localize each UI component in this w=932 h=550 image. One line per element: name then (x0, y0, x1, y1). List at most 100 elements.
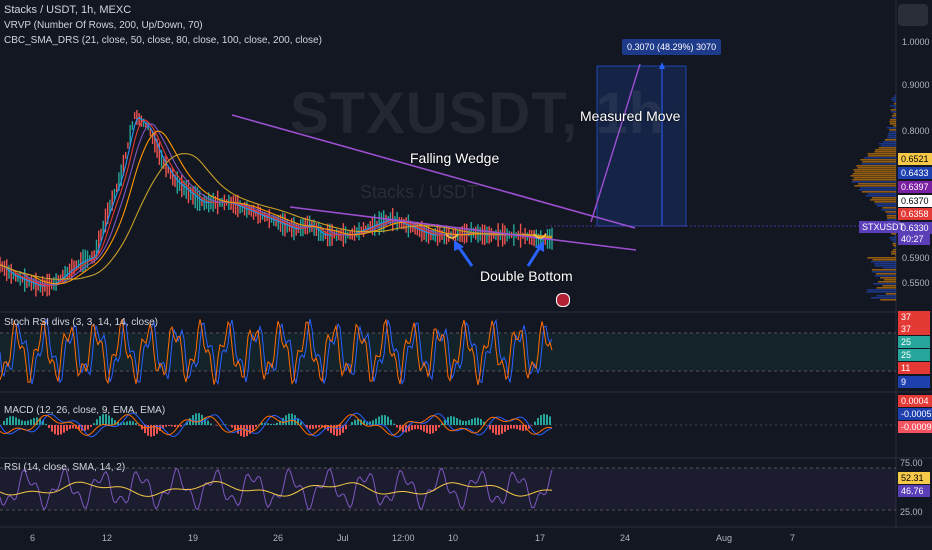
macd-histogram-bar (240, 425, 242, 436)
macd-histogram-bar (450, 416, 452, 425)
volume-profile-bar (865, 195, 896, 197)
rsi-legend[interactable]: RSI (14, close, SMA, 14, 2) (4, 462, 125, 473)
volume-profile-bar (889, 123, 896, 125)
price-tick: 0.8000 (902, 126, 930, 136)
rsi-tag: 52.31 (898, 472, 930, 484)
watermark-sub: Stacks / USDT (360, 182, 479, 202)
macd-histogram-bar (243, 425, 245, 437)
volume-profile-bar (872, 271, 896, 273)
macd-histogram-bar (165, 425, 167, 427)
macd-histogram-bar (270, 423, 272, 425)
macd-histogram-bar (87, 425, 89, 430)
sma-legend[interactable]: CBC_SMA_DRS (21, close, 50, close, 80, c… (4, 35, 322, 46)
time-tick: 17 (535, 533, 546, 543)
macd-histogram-bar (249, 425, 251, 434)
macd-histogram-bar (207, 420, 209, 425)
macd-histogram-bar (285, 415, 287, 425)
macd-histogram-bar (462, 420, 464, 425)
macd-histogram-bar (492, 425, 494, 433)
macd-histogram-bar (522, 425, 524, 431)
macd-histogram-bar (468, 420, 470, 425)
volume-profile-bar (883, 267, 896, 269)
volume-profile-bar (880, 299, 896, 301)
time-tick: 10 (448, 533, 459, 543)
macd-histogram-bar (51, 425, 53, 432)
macd-legend[interactable]: MACD (12, 26, close, 9, EMA, EMA) (4, 405, 165, 416)
volume-profile-bar (885, 293, 896, 295)
volume-profile-bar (893, 245, 896, 247)
macd-tag: -0.0005 (898, 408, 932, 420)
price-tick: 0.5500 (902, 278, 930, 288)
macd-histogram-bar (291, 413, 293, 425)
macd-histogram-bar (48, 425, 50, 428)
volume-profile-bar (878, 147, 896, 149)
volume-profile-bar (859, 189, 896, 191)
macd-histogram-bar (96, 419, 98, 425)
volume-profile-bar (893, 107, 896, 109)
macd-histogram-bar (390, 419, 392, 425)
macd-histogram-bar (135, 422, 137, 425)
volume-profile (850, 95, 896, 301)
macd-histogram-bar (513, 425, 515, 429)
macd-histogram-bar (354, 419, 356, 425)
price-tick: 0.5900 (902, 253, 930, 263)
double-bottom-label[interactable]: Double Bottom (480, 268, 573, 284)
us-flag-icon[interactable] (556, 293, 570, 307)
price-tick: 0.9000 (902, 80, 930, 90)
macd-histogram-bar (375, 418, 377, 425)
symbol-legend[interactable]: Stacks / USDT, 1h, MEXC (4, 4, 131, 16)
vrvp-legend[interactable]: VRVP (Number Of Rows, 200, Up/Down, 70) (4, 20, 203, 31)
volume-profile-bar (852, 179, 896, 181)
volume-profile-bar (894, 247, 896, 249)
volume-profile-bar (891, 233, 896, 235)
macd-histogram-bar (60, 425, 62, 435)
macd-histogram-bar (276, 422, 278, 425)
volume-profile-bar (860, 159, 896, 161)
measured-move-label[interactable]: Measured Move (580, 108, 680, 124)
rsi-tick: 75.00 (900, 458, 923, 468)
macd-histogram-bar (282, 417, 284, 425)
volume-profile-bar (880, 145, 896, 147)
double-bottom-arrow-1 (456, 245, 474, 267)
volume-profile-bar (874, 151, 896, 153)
macd-histogram-bar (414, 425, 416, 430)
volume-profile-bar (891, 97, 896, 99)
price-tag: 0.6370 (898, 195, 932, 207)
stoch-legend[interactable]: Stoch RSI divs (3, 3, 14, 14, close) (4, 317, 158, 328)
volume-profile-bar (856, 165, 896, 167)
volume-profile-bar (891, 251, 896, 253)
macd-histogram-bar (393, 423, 395, 425)
macd-histogram-bar (519, 425, 521, 431)
falling-wedge-label[interactable]: Falling Wedge (410, 150, 499, 166)
macd-histogram-bar (45, 423, 47, 425)
volume-profile-bar (874, 201, 896, 203)
macd-histogram-bar (129, 420, 131, 425)
volume-profile-bar (876, 205, 896, 207)
macd-lines[interactable] (0, 412, 553, 438)
macd-histogram-bar (432, 425, 434, 434)
macd-histogram-bar (387, 416, 389, 425)
macd-histogram-bar (420, 425, 422, 430)
volume-profile-bar (889, 237, 896, 239)
time-tick: 12:00 (392, 533, 415, 543)
time-tick: Jul (337, 533, 349, 543)
volume-profile-bar (893, 113, 896, 115)
macd-histogram-bar (453, 416, 455, 425)
volume-profile-bar (871, 269, 896, 271)
macd-histogram-bar (21, 420, 23, 425)
volume-profile-bar (893, 125, 896, 127)
volume-profile-bar (852, 173, 896, 175)
macd-histogram-bar (195, 413, 197, 425)
macd-histogram-bar (459, 419, 461, 425)
volume-profile-bar (866, 291, 896, 293)
volume-profile-bar (891, 253, 896, 255)
volume-profile-bar (894, 103, 896, 105)
volume-profile-bar (874, 265, 896, 267)
volume-profile-bar (889, 131, 896, 133)
macd-histogram-bar (288, 413, 290, 425)
stoch-tag: 25 (898, 336, 930, 348)
macd-histogram-bar (6, 417, 8, 425)
chart-settings-button[interactable] (898, 4, 928, 26)
macd-histogram-bar (189, 418, 191, 425)
macd-histogram-bar (345, 425, 347, 430)
